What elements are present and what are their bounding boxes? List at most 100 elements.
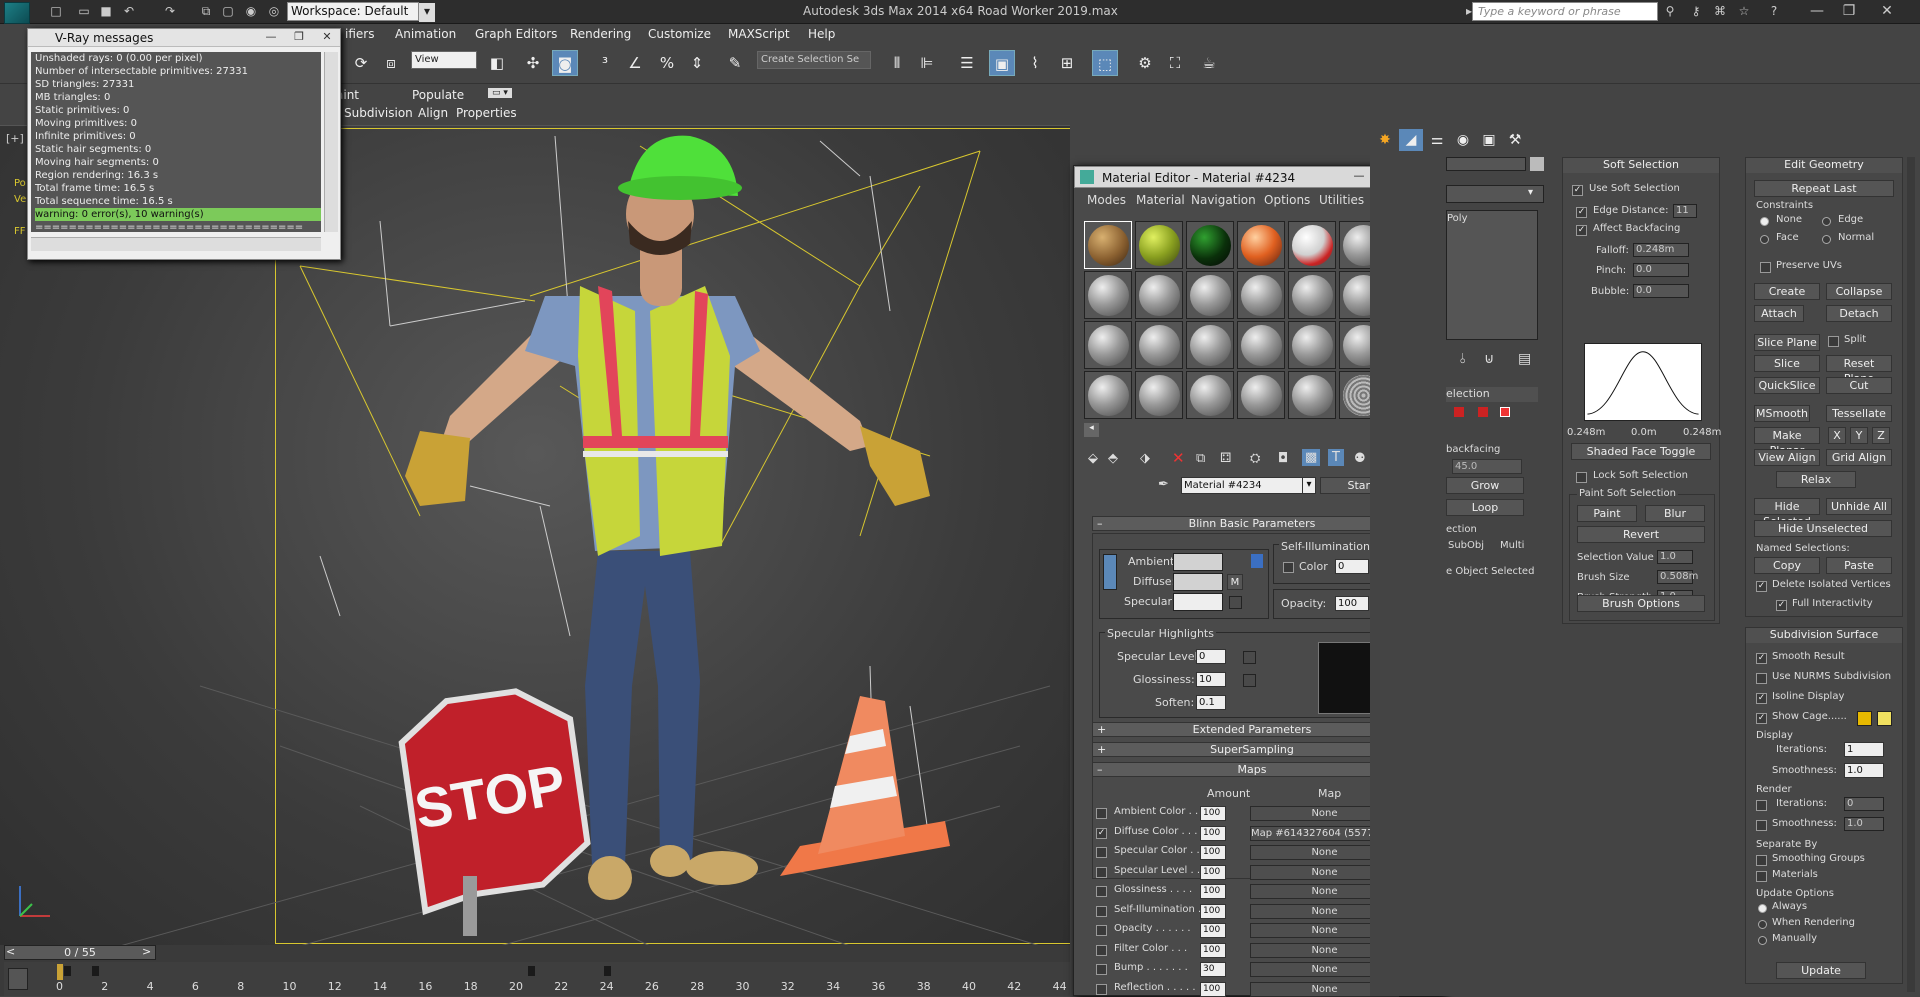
rotate-icon[interactable]: ⟳ — [348, 50, 374, 76]
fetch-icon[interactable]: ▢ — [220, 3, 236, 19]
help-icon[interactable]: ? — [1766, 3, 1782, 19]
paint-button[interactable]: Paint — [1577, 505, 1637, 522]
favorites-icon[interactable]: ☆ — [1736, 3, 1752, 19]
make-unique-icon[interactable]: ⧉ — [1196, 451, 1205, 466]
material-slot[interactable] — [1186, 321, 1234, 369]
preserve-uvs-checkbox[interactable] — [1760, 262, 1771, 273]
isoline-checkbox[interactable]: ✓ — [1756, 693, 1767, 704]
show-end-result-toggle-icon[interactable]: ⊍ — [1484, 351, 1494, 367]
angle-snap-icon[interactable]: ∠ — [622, 50, 648, 76]
ribbon-align[interactable]: Align — [418, 106, 448, 120]
material-name-dropdown-icon[interactable]: ▾ — [1302, 477, 1316, 494]
object-name-field[interactable] — [1446, 157, 1526, 171]
current-frame-marker[interactable] — [57, 964, 63, 980]
quickslice-button[interactable]: QuickSlice — [1754, 377, 1820, 394]
graphite-toggle-icon[interactable]: ▣ — [989, 50, 1015, 76]
render-iterations-checkbox[interactable] — [1756, 800, 1767, 811]
save-icon[interactable]: ■ — [98, 3, 114, 19]
material-slot[interactable] — [1288, 321, 1336, 369]
material-slot[interactable] — [1135, 221, 1183, 269]
schematic-view-icon[interactable]: ⊞ — [1054, 50, 1080, 76]
brush-options-button[interactable]: Brush Options — [1577, 595, 1705, 612]
edge-distance-field[interactable]: 11 — [1673, 204, 1697, 218]
copy-button[interactable]: Copy — [1754, 557, 1820, 574]
map-amount-field[interactable]: 100 — [1200, 903, 1226, 919]
view-align-button[interactable]: View Align — [1754, 449, 1820, 466]
blinn-rollout-header[interactable]: – Blinn Basic Parameters — [1092, 516, 1412, 531]
hierarchy-tab-icon[interactable]: ⚌ — [1425, 129, 1449, 151]
split-checkbox[interactable] — [1828, 336, 1839, 347]
materials-checkbox[interactable] — [1756, 871, 1767, 882]
motion-tab-icon[interactable]: ◉ — [1451, 129, 1475, 151]
map-amount-field[interactable]: 100 — [1200, 884, 1226, 899]
map-amount-field[interactable]: 100 — [1200, 806, 1226, 821]
vray-horizontal-scrollbar[interactable] — [31, 237, 321, 251]
open-file-icon[interactable]: ▭ — [76, 3, 92, 19]
show-shaded-icon[interactable]: ◘ — [1278, 451, 1288, 466]
display-tab-icon[interactable]: ▣ — [1477, 129, 1501, 151]
shaded-face-toggle-button[interactable]: Shaded Face Toggle — [1571, 443, 1711, 460]
reference-coordinate-dropdown[interactable]: View — [411, 51, 477, 69]
material-slot[interactable] — [1084, 221, 1132, 269]
specular-level-map-button[interactable] — [1243, 651, 1256, 664]
minimize-button[interactable]: — — [1802, 1, 1832, 21]
time-slider[interactable]: 0 / 55 — [4, 945, 156, 960]
material-slot[interactable] — [1186, 221, 1234, 269]
modifier-editable-poly[interactable]: Poly — [1447, 213, 1468, 224]
keyframe-marker[interactable] — [604, 966, 611, 976]
ribbon-tab-populate[interactable]: Populate — [412, 88, 464, 102]
revert-button[interactable]: Revert — [1577, 526, 1705, 543]
slice-plane-button[interactable]: Slice Plane — [1754, 334, 1820, 351]
create-button[interactable]: Create — [1754, 283, 1820, 300]
map-enable-checkbox[interactable] — [1096, 886, 1107, 897]
material-slot[interactable] — [1135, 321, 1183, 369]
configure-modifier-sets-icon[interactable]: ▤ — [1518, 351, 1531, 367]
go-forward-sibling-icon[interactable]: ⚉ — [1354, 451, 1366, 466]
map-enable-checkbox[interactable] — [1096, 983, 1107, 995]
glossiness-field[interactable]: 10 — [1196, 672, 1226, 687]
diffuse-color-swatch[interactable] — [1173, 573, 1223, 591]
slots-scroll-left-icon[interactable]: ◂ — [1084, 423, 1099, 437]
map-amount-field[interactable]: 100 — [1200, 923, 1226, 938]
keyframe-marker[interactable] — [64, 966, 71, 976]
material-slot[interactable] — [1237, 371, 1285, 419]
material-slot[interactable] — [1135, 271, 1183, 319]
put-to-scene-icon[interactable]: ⬘ — [1108, 451, 1118, 466]
falloff-field[interactable]: 0.248m — [1633, 243, 1689, 257]
display-smoothness-field[interactable]: 1.0 — [1844, 763, 1884, 778]
render-production-icon[interactable]: ☕ — [1196, 50, 1222, 76]
ambient-color-swatch[interactable] — [1173, 553, 1223, 571]
create-tab-icon[interactable]: ✸ — [1373, 129, 1397, 151]
full-interactivity-checkbox[interactable]: ✓ — [1776, 600, 1787, 611]
tessellate-button[interactable]: Tessellate — [1826, 405, 1892, 422]
glossiness-map-button[interactable] — [1243, 674, 1256, 687]
material-slot[interactable] — [1135, 371, 1183, 419]
vray-messages-window[interactable]: V-Ray messages — ❐ ✕ Unshaded rays: 0 (0… — [27, 28, 341, 260]
map-enable-checkbox[interactable] — [1096, 866, 1107, 878]
get-material-icon[interactable]: ⬙ — [1088, 451, 1098, 466]
constraint-edge-radio[interactable] — [1822, 217, 1831, 226]
spinner-snap-icon[interactable]: ⇕ — [684, 50, 710, 76]
edit-geometry-header[interactable]: Edit Geometry — [1746, 158, 1902, 173]
material-editor-icon[interactable]: ⬚ — [1092, 50, 1118, 76]
detach-button[interactable]: Detach — [1826, 305, 1892, 322]
layer-manager-icon[interactable]: ☰ — [954, 50, 980, 76]
planar-y-button[interactable]: Y — [1850, 427, 1868, 444]
paste-button[interactable]: Paste — [1826, 557, 1892, 574]
menu-graph-editors[interactable]: Graph Editors — [475, 27, 557, 41]
reset-map-icon[interactable]: ✕ — [1172, 449, 1185, 467]
map-amount-field[interactable]: 100 — [1200, 845, 1226, 860]
render-iterations-field[interactable]: 0 — [1844, 797, 1884, 811]
menu-maxscript[interactable]: MAXScript — [728, 27, 790, 41]
self-illum-value-field[interactable]: 0 — [1335, 559, 1369, 574]
scale-icon[interactable]: ⧈ — [378, 50, 404, 76]
render-setup-icon[interactable]: ⚙ — [1132, 50, 1158, 76]
grow-button[interactable]: Grow — [1446, 477, 1524, 494]
lock-soft-selection-checkbox[interactable] — [1576, 472, 1587, 483]
msmooth-button[interactable]: MSmooth — [1754, 405, 1810, 422]
rendered-frame-icon[interactable]: ⛶ — [1162, 50, 1188, 76]
show-end-result-icon[interactable]: ▩ — [1302, 449, 1321, 466]
bubble-field[interactable]: 0.0 — [1633, 284, 1689, 298]
pivot-icon[interactable]: ◧ — [484, 50, 510, 76]
snaps-toggle-icon[interactable]: ³ — [592, 50, 618, 76]
